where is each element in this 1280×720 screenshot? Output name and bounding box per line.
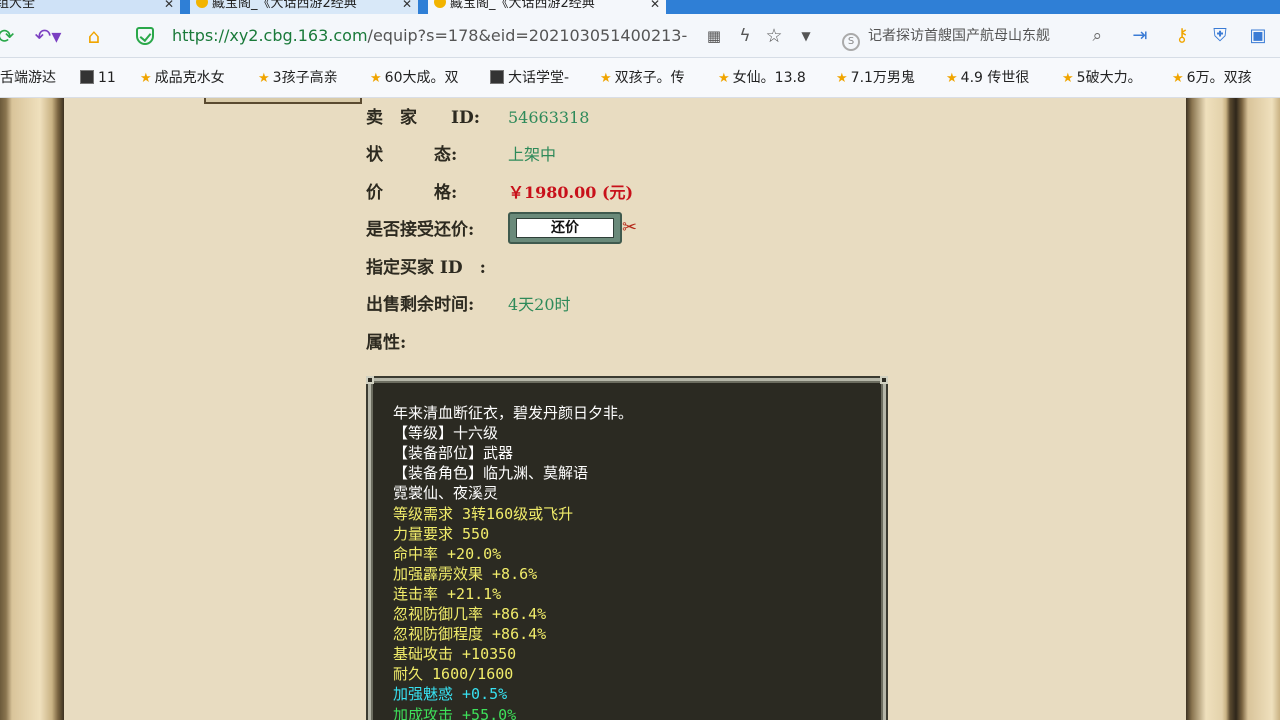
bookmark-star-icon: ★ <box>946 71 958 86</box>
status-label: 状 态: <box>366 145 458 165</box>
bookmark-item[interactable]: ★ 女仙。13.8 <box>718 58 806 97</box>
bookmark-item[interactable]: ★ 成品克水女 <box>140 58 225 97</box>
tassel-icon: ✂ <box>622 217 638 238</box>
tab-3-active[interactable]: 藏宝阁_《大话西游2经典 ✕ <box>428 0 666 14</box>
close-icon[interactable]: ✕ <box>164 0 174 14</box>
price-value: ￥1980.00 (元) <box>508 183 634 202</box>
seller-id-label: 卖 家 ID: <box>366 108 480 128</box>
search-engine-icon: S <box>842 33 860 51</box>
status-row: 状 态: 上架中 <box>366 143 556 167</box>
search-icon[interactable]: ⌕ <box>1092 21 1102 51</box>
description-line: 霓裳仙、夜溪灵 <box>393 484 499 503</box>
bookmark-item[interactable]: ★ 5破大力。 <box>1062 58 1142 97</box>
bookmark-item[interactable]: 大话学堂- <box>490 58 569 97</box>
bookmark-item[interactable]: ★ 6万。双孩 <box>1172 58 1252 97</box>
description-line: 加强魅惑 +0.5% <box>393 685 508 704</box>
close-icon[interactable]: ✕ <box>650 0 660 14</box>
bookmark-item[interactable]: ★ 4.9 传世很 <box>946 58 1029 97</box>
bookmark-item[interactable]: ★ 7.1万男鬼 <box>836 58 915 97</box>
description-line: 基础攻击 +10350 <box>393 645 517 664</box>
bookmark-item[interactable]: 11 <box>80 58 116 97</box>
counter-offer-label: 还价 <box>516 218 614 238</box>
scroll-frame-left <box>0 98 64 720</box>
favicon-icon <box>490 70 504 84</box>
equipment-image-frame <box>204 98 362 104</box>
description-line: 加强霹雳效果 +8.6% <box>393 564 538 583</box>
lightning-icon[interactable]: ϟ <box>734 14 756 58</box>
favicon-icon <box>80 70 94 84</box>
login-icon[interactable]: ⇥ <box>1126 14 1154 58</box>
price-row: 价 格: ￥1980.00 (元) <box>366 181 633 205</box>
description-line: 【装备部位】武器 <box>393 444 514 463</box>
remaining-time-value: 4天20时 <box>508 295 571 314</box>
search-text: 记者探访首艘国产航母山东舰 <box>868 28 1050 44</box>
scroll-frame-right <box>1186 98 1280 720</box>
tab-label: 藏宝阁_《大话西游2经典 <box>450 0 595 11</box>
corner-ornament <box>366 376 374 384</box>
attributes-row: 属性: <box>366 331 406 355</box>
designated-buyer-row: 指定买家 ID : <box>366 256 486 280</box>
bookmark-star-icon: ★ <box>370 71 382 86</box>
remaining-time-row: 出售剩余时间: 4天20时 <box>366 293 571 317</box>
description-line: 等级需求 3转160级或飞升 <box>393 504 574 523</box>
undo-icon[interactable]: ↶▾ <box>28 14 68 58</box>
web-page: 卖 家 ID: 54663318 状 态: 上架中 价 格: ￥1980.00 … <box>0 98 1280 720</box>
counter-offer-button[interactable]: 还价 ✂ <box>508 212 637 244</box>
bookmarks-bar: 舌端游达 11 ★ 成品克水女 ★ 3孩子高亲 ★ 60大成。双 大话学堂- ★ 双孩子… <box>0 58 1280 98</box>
key-icon[interactable]: ⚷ <box>1168 14 1196 58</box>
attributes-label: 属性: <box>366 333 407 353</box>
designated-buyer-label: 指定买家 ID : <box>366 258 486 278</box>
seller-id-value: 54663318 <box>508 108 590 127</box>
star-icon[interactable]: ☆ <box>762 14 786 58</box>
bookmark-item[interactable]: ★ 3孩子高亲 <box>258 58 338 97</box>
bookmark-star-icon: ★ <box>1172 71 1184 86</box>
window-icon[interactable]: ▣ <box>1244 14 1272 58</box>
corner-ornament <box>880 376 888 384</box>
shield-icon[interactable]: ⛨ <box>1206 14 1234 58</box>
search-box[interactable]: S 记者探访首艘国产航母山东舰 ⌕ <box>838 21 1108 51</box>
description-line: 【装备角色】临九渊、莫解语 <box>393 464 589 483</box>
description-line: 耐久 1600/1600 <box>393 665 514 684</box>
refresh-icon[interactable]: ⟳ <box>0 14 16 58</box>
offer-label: 是否接受还价: <box>366 220 475 240</box>
equipment-description-box: 年来清血断征衣，碧发丹颜日夕非。 【等级】十六级 【装备部位】武器 【装备角色】临九渊… <box>366 376 888 720</box>
description-line: 连击率 +21.1% <box>393 584 502 603</box>
bookmark-star-icon: ★ <box>258 71 270 86</box>
tab-label: 藏宝阁_《大话西游2经典 <box>212 0 357 11</box>
status-value: 上架中 <box>508 145 557 164</box>
tab-2[interactable]: 藏宝阁_《大话西游2经典 ✕ <box>190 0 418 14</box>
tab-label: 组大全 <box>0 0 36 11</box>
bookmark-item[interactable]: ★ 60大成。双 <box>370 58 458 97</box>
favicon-icon <box>434 0 446 8</box>
description-line: 【等级】十六级 <box>393 424 499 443</box>
offer-row: 是否接受还价: 还价 ✂ <box>366 212 637 244</box>
close-icon[interactable]: ✕ <box>402 0 412 14</box>
description-line: 加成攻击 +55.0% <box>393 705 517 720</box>
home-icon[interactable]: ⌂ <box>80 14 108 58</box>
chevron-down-icon[interactable]: ▼ <box>796 14 816 58</box>
url-host: https://xy2.cbg.163.com <box>172 26 368 45</box>
price-label: 价 格: <box>366 183 458 203</box>
bookmark-item[interactable]: 舌端游达 <box>0 58 56 97</box>
tab-1[interactable]: 组大全 ✕ <box>0 0 180 14</box>
description-line: 力量要求 550 <box>393 524 490 543</box>
url-path: /equip?s=178&eid=202103051400213- <box>367 26 688 45</box>
seller-id-row: 卖 家 ID: 54663318 <box>366 106 589 130</box>
description-line: 忽视防御程度 +86.4% <box>393 625 547 644</box>
bookmark-star-icon: ★ <box>140 71 152 86</box>
description-line: 命中率 +20.0% <box>393 544 502 563</box>
bookmark-star-icon: ★ <box>718 71 730 86</box>
bookmark-star-icon: ★ <box>836 71 848 86</box>
description-line: 忽视防御几率 +86.4% <box>393 605 547 623</box>
bookmark-item[interactable]: ★ 双孩子。传 <box>600 58 685 97</box>
secure-shield-icon <box>136 27 154 45</box>
qr-code-icon[interactable]: ▦ <box>702 14 726 58</box>
bookmark-star-icon: ★ <box>1062 71 1074 86</box>
favicon-icon <box>196 0 208 8</box>
remaining-time-label: 出售剩余时间: <box>366 295 475 315</box>
description-line: 年来清血断征衣，碧发丹颜日夕非。 <box>393 404 634 422</box>
tab-bar: 组大全 ✕ 藏宝阁_《大话西游2经典 ✕ 藏宝阁_《大话西游2经典 ✕ <box>0 0 1280 14</box>
bookmark-star-icon: ★ <box>600 71 612 86</box>
